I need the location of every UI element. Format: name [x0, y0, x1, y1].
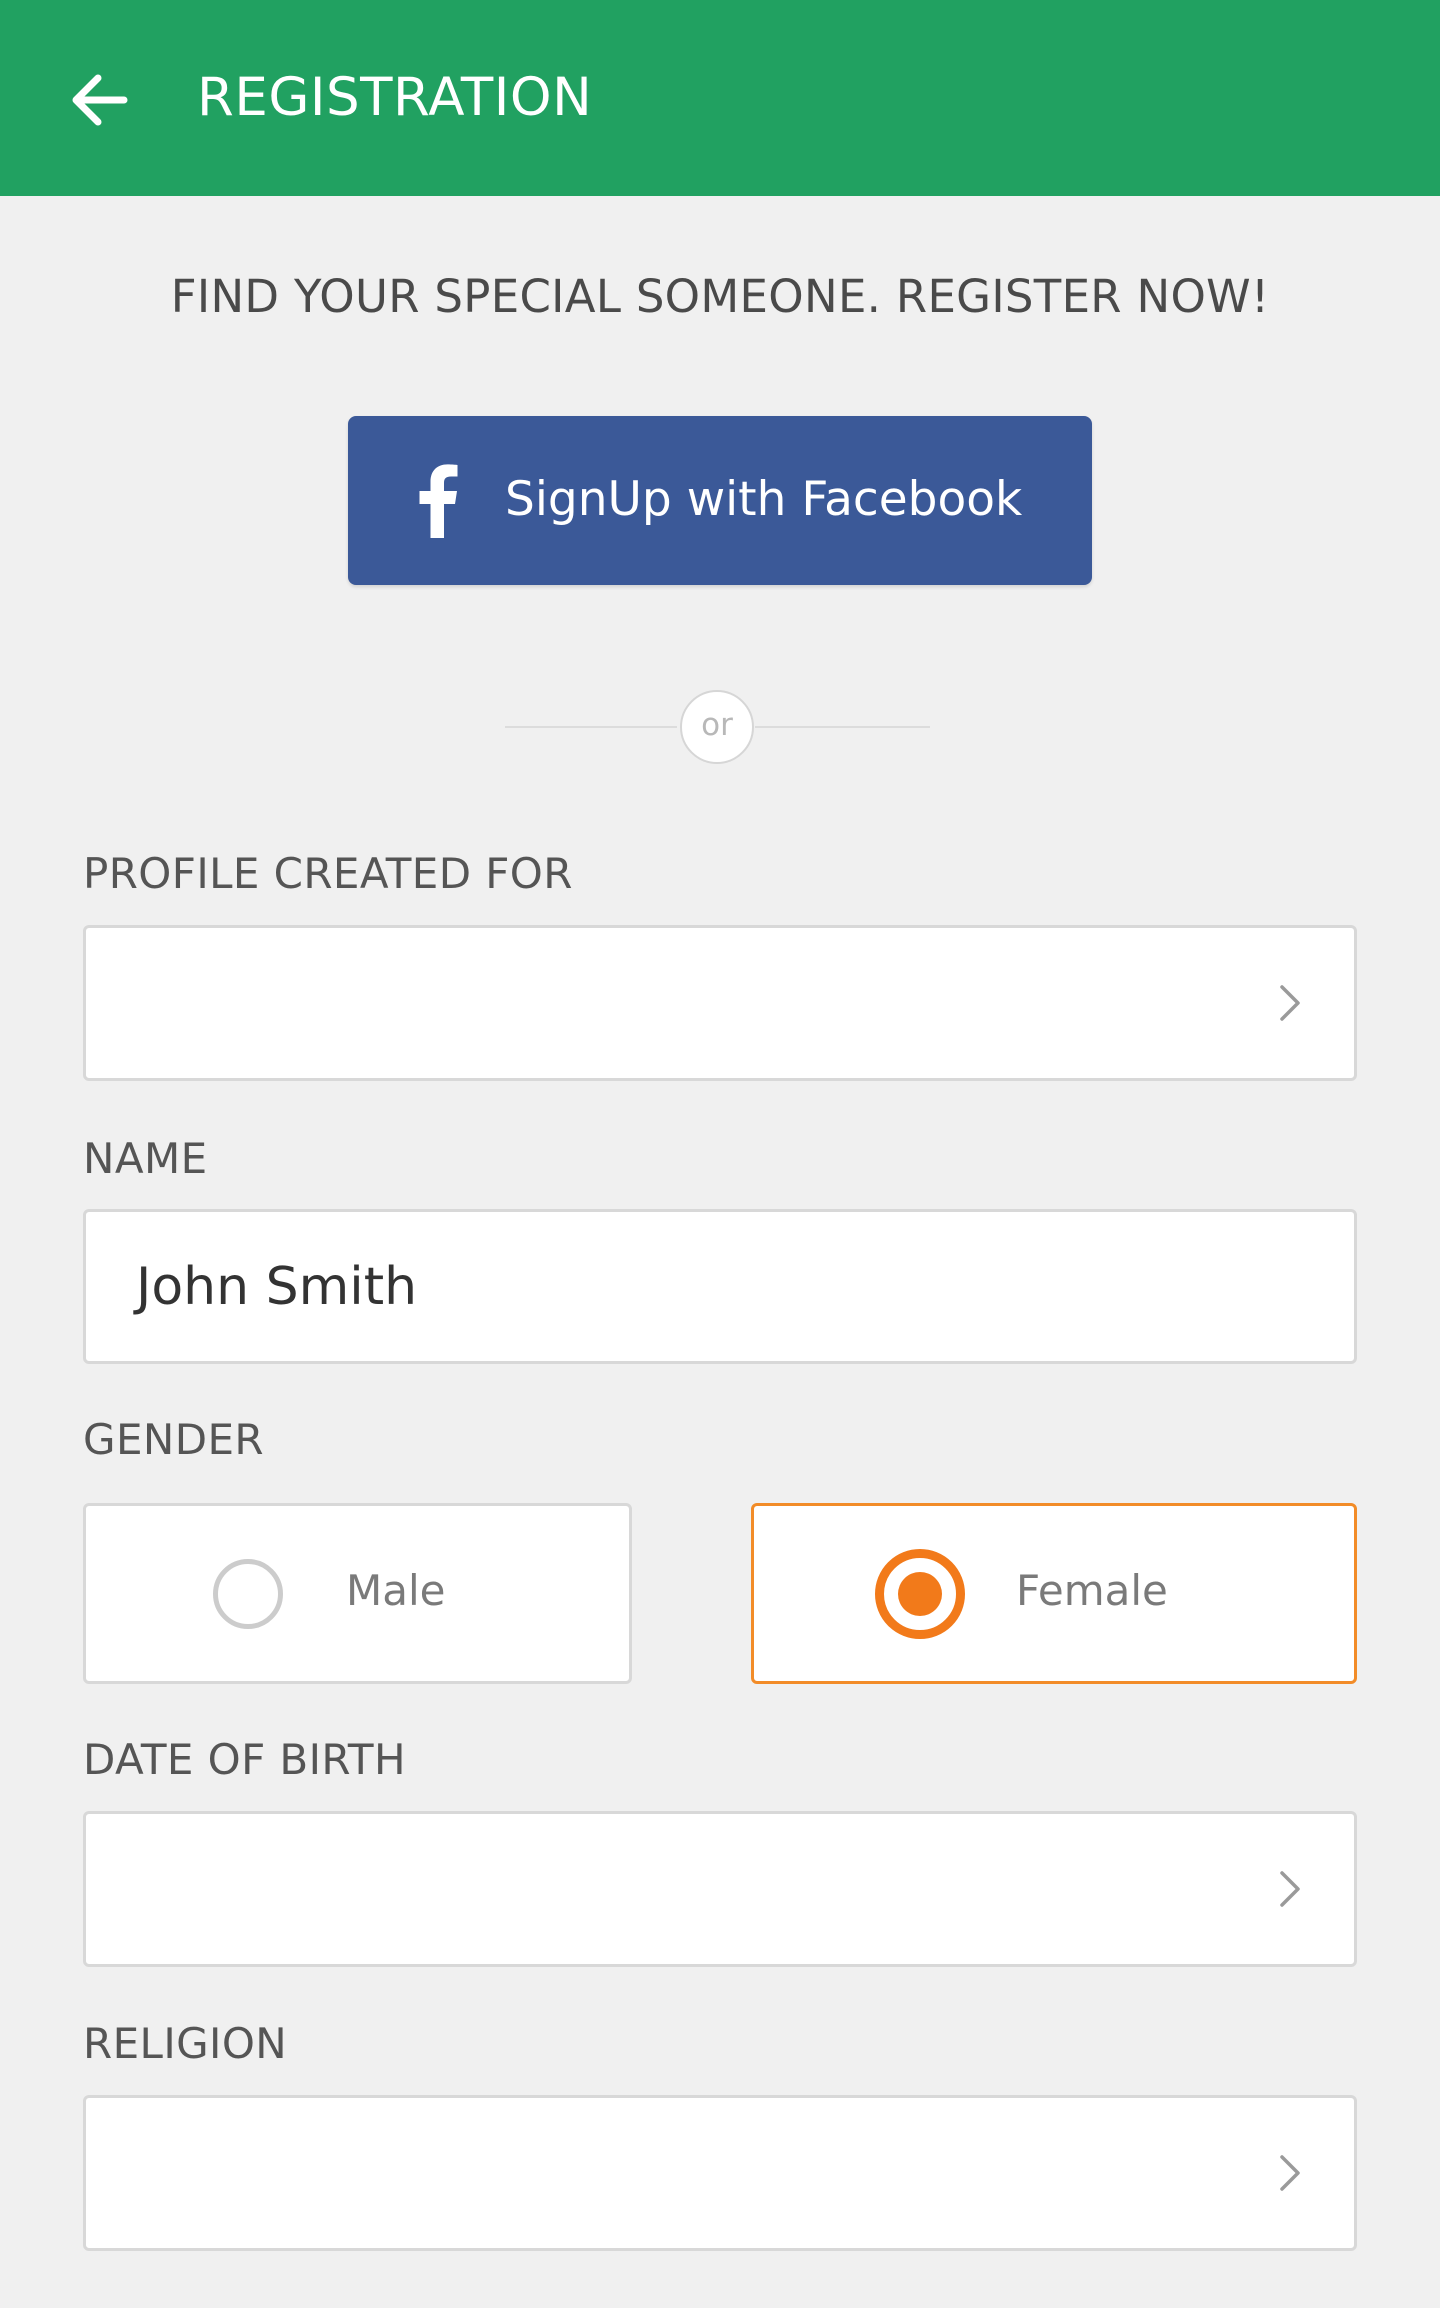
back-button[interactable] — [60, 62, 136, 138]
religion-label: RELIGION — [83, 2019, 288, 2068]
facebook-icon — [419, 464, 458, 538]
facebook-signup-button[interactable]: SignUp with Facebook — [348, 416, 1092, 585]
gender-option-female[interactable]: Female — [751, 1503, 1357, 1684]
facebook-signup-label: SignUp with Facebook — [505, 472, 1023, 527]
radio-unselected-icon — [213, 1558, 283, 1629]
or-text: or — [701, 706, 733, 743]
religion-select[interactable] — [83, 2095, 1357, 2251]
gender-option-label: Male — [346, 1565, 446, 1615]
app-bar: REGISTRATION — [0, 0, 1440, 196]
or-divider: or — [680, 690, 754, 764]
radio-selected-dot — [898, 1571, 942, 1616]
chevron-right-icon — [1280, 2155, 1300, 2191]
divider-line-left — [505, 726, 677, 728]
radio-selected-icon — [875, 1548, 965, 1639]
date-of-birth-label: DATE OF BIRTH — [83, 1735, 406, 1784]
gender-option-male[interactable]: Male — [83, 1503, 632, 1684]
name-input[interactable]: John Smith — [83, 1209, 1357, 1364]
name-value: John Smith — [136, 1257, 418, 1317]
arrow-left-icon — [72, 74, 128, 126]
tagline: FIND YOUR SPECIAL SOMEONE. REGISTER NOW! — [170, 270, 1270, 323]
chevron-right-icon — [1280, 985, 1300, 1021]
gender-option-label: Female — [1016, 1565, 1168, 1615]
gender-label: GENDER — [83, 1415, 264, 1464]
divider-line-right — [755, 726, 930, 728]
chevron-right-icon — [1280, 1871, 1300, 1907]
profile-created-for-select[interactable] — [83, 925, 1357, 1081]
profile-created-for-label: PROFILE CREATED FOR — [83, 849, 573, 898]
registration-screen: REGISTRATION FIND YOUR SPECIAL SOMEONE. … — [0, 0, 1440, 2308]
page-title: REGISTRATION — [197, 67, 593, 128]
name-label: NAME — [83, 1134, 208, 1183]
date-of-birth-select[interactable] — [83, 1811, 1357, 1967]
